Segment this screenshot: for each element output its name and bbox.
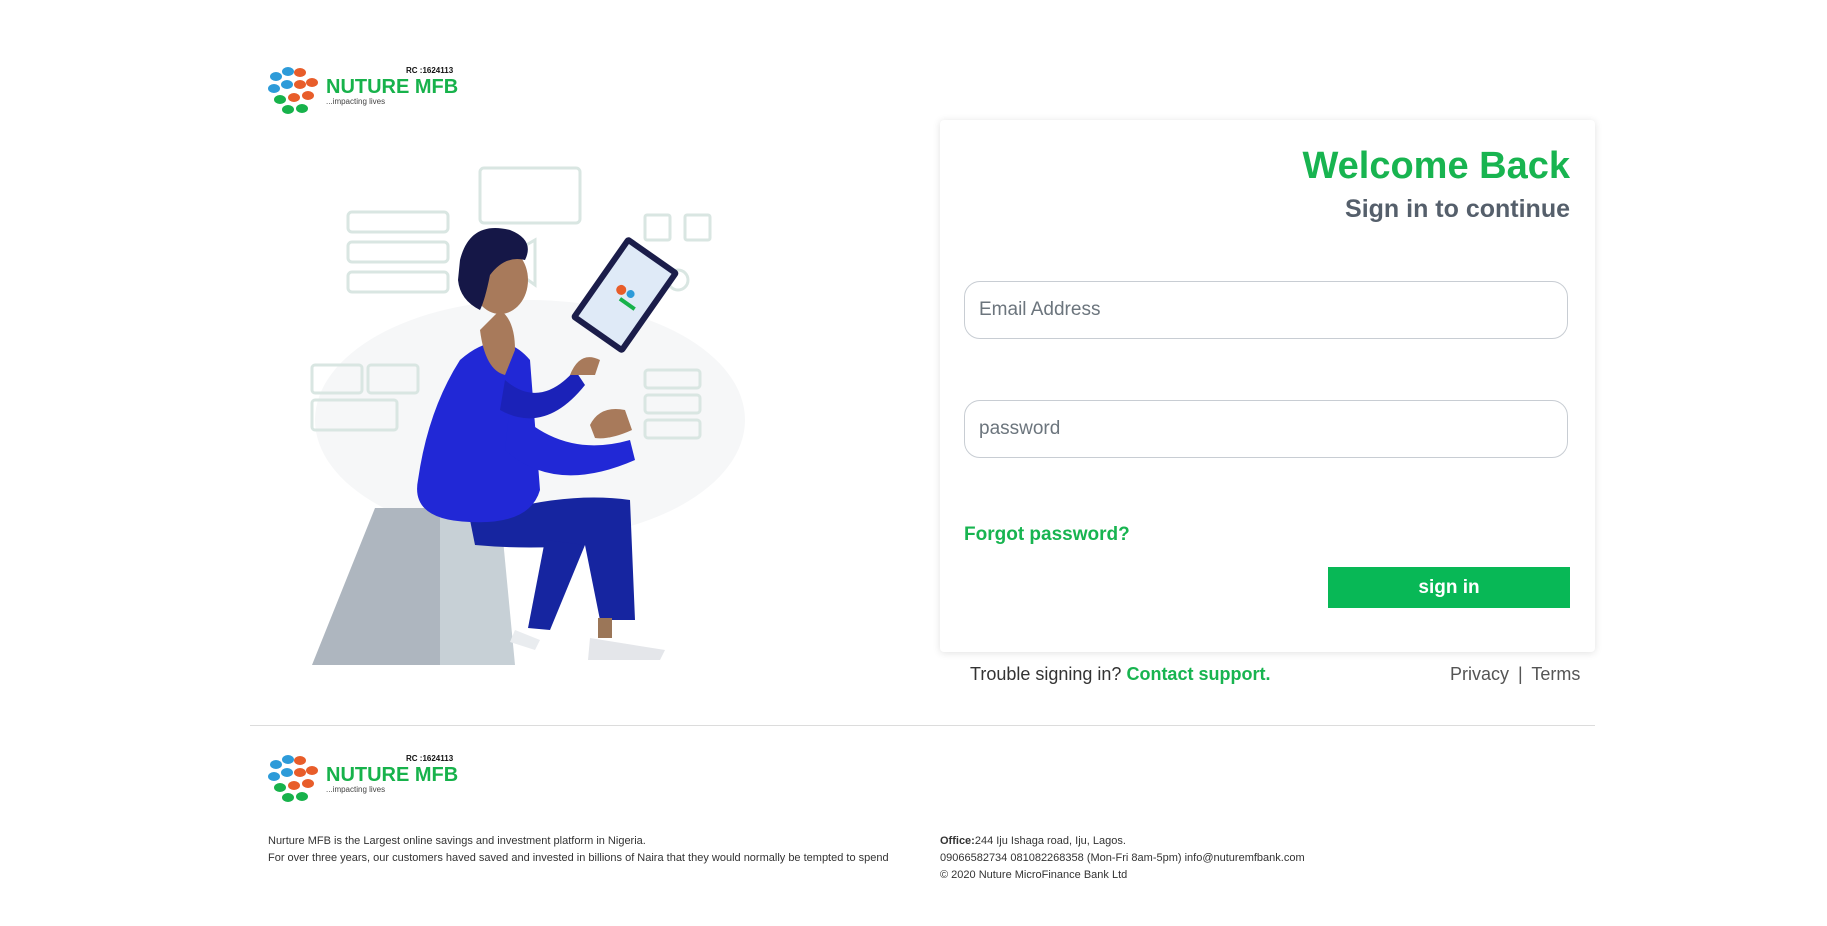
logo-mark-icon [268, 754, 322, 804]
logo-mark-icon [268, 66, 322, 116]
brand-name: NUTURE MFB [326, 763, 459, 786]
office-address: 244 Iju Ishaga road, Iju, Lagos. [974, 835, 1126, 847]
footer-divider [250, 725, 1595, 726]
rc-number: RC :1624113 [406, 753, 454, 763]
email-input[interactable] [964, 281, 1568, 339]
brand-name: NUTURE MFB [326, 75, 459, 98]
login-title: Welcome Back [1302, 145, 1570, 187]
rc-number: RC :1624113 [406, 65, 454, 75]
legal-separator: | [1518, 664, 1523, 684]
privacy-link[interactable]: Privacy [1450, 664, 1509, 684]
forgot-password-link[interactable]: Forgot password? [964, 524, 1130, 546]
hero-illustration [300, 160, 770, 665]
footer-description: Nurture MFB is the Largest online saving… [268, 833, 908, 867]
footer-contact-line: 09066582734 081082268358 (Mon-Fri 8am-5p… [940, 852, 1305, 864]
brand-tagline: ...impacting lives [326, 96, 386, 106]
footer-contact: Office:244 Iju Ishaga road, Iju, Lagos. … [940, 833, 1460, 884]
brand-logo[interactable]: RC :1624113 NUTURE MFB ...impacting live… [268, 66, 458, 116]
support-prompt: Trouble signing in? [970, 664, 1122, 684]
footer-copyright: © 2020 Nuture MicroFinance Bank Ltd [940, 869, 1128, 881]
office-label: Office: [940, 835, 975, 847]
footer-description-line1: Nurture MFB is the Largest online saving… [268, 835, 646, 847]
terms-link[interactable]: Terms [1531, 664, 1580, 684]
footer-brand-logo[interactable]: RC :1624113 NUTURE MFB ...impacting live… [268, 754, 458, 804]
login-subtitle: Sign in to continue [1345, 195, 1570, 223]
footer-description-line2: For over three years, our customers have… [268, 852, 889, 864]
footer-office: Office:244 Iju Ishaga road, Iju, Lagos. [940, 833, 1460, 850]
login-card: Welcome Back Sign in to continue Forgot … [940, 120, 1595, 652]
contact-support-link[interactable]: Contact support. [1126, 664, 1270, 684]
brand-tagline: ...impacting lives [326, 784, 386, 794]
sign-in-button[interactable]: sign in [1328, 567, 1570, 608]
legal-links: Privacy | Terms [1450, 664, 1580, 685]
password-input[interactable] [964, 400, 1568, 458]
support-row: Trouble signing in? Contact support. [970, 664, 1270, 685]
